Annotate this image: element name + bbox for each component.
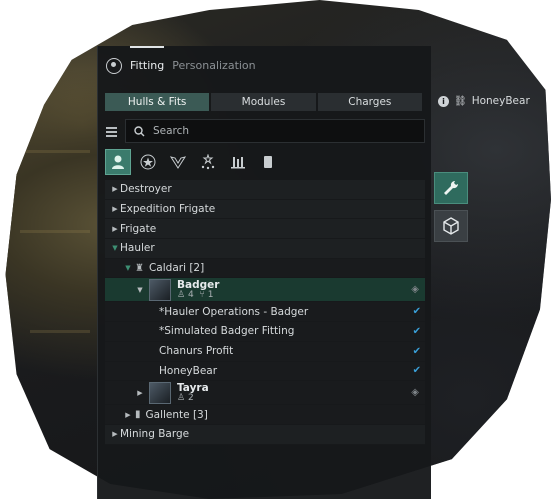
browser-tabs: Hulls & Fits Modules Charges xyxy=(105,93,422,111)
tab-hulls-fits[interactable]: Hulls & Fits xyxy=(105,93,210,111)
chevron-down-icon: ▼ xyxy=(125,264,131,273)
tree-group-destroyer[interactable]: ▶ Destroyer xyxy=(105,180,425,200)
pilot-filter-icon[interactable] xyxy=(105,149,131,175)
tree-ship-tayra[interactable]: ▶ Tayra ♙ 2 ◈ xyxy=(105,381,425,406)
tree-group-mining-barge[interactable]: ▶ Mining Barge xyxy=(105,424,425,445)
fits-icon: ⑂ xyxy=(199,289,205,300)
chevron-down-icon: ▼ xyxy=(137,285,143,294)
tree-faction-label: Gallente [3] xyxy=(145,408,208,421)
fit-label: HoneyBear xyxy=(159,364,218,377)
tree-faction-label: Caldari [2] xyxy=(148,262,205,275)
check-icon: ✔ xyxy=(412,345,421,357)
filter-settings-icon[interactable] xyxy=(105,124,119,138)
faction-icon: ♜ xyxy=(135,262,144,274)
title-bar: Fitting Personalization xyxy=(98,46,431,86)
tree-group-expedition-frigate[interactable]: ▶ Expedition Frigate xyxy=(105,199,425,220)
skill-count: 2 xyxy=(187,392,194,403)
ship-name: Tayra xyxy=(177,381,209,394)
tree-group-label: Expedition Frigate xyxy=(120,203,216,216)
wings-filter-icon[interactable] xyxy=(165,149,191,175)
tree-group-label: Hauler xyxy=(120,242,155,255)
check-icon: ✔ xyxy=(412,325,421,337)
fit-label: *Simulated Badger Fitting xyxy=(159,325,295,338)
chevron-right-icon: ▶ xyxy=(112,224,118,233)
fitting-window: Fitting Personalization Hulls & Fits Mod… xyxy=(97,46,431,499)
check-icon: ✔ xyxy=(412,306,421,318)
info-icon[interactable]: i xyxy=(438,95,449,107)
tab-charges[interactable]: Charges xyxy=(317,93,422,111)
wrench-icon xyxy=(444,180,459,195)
fit-count: 1 xyxy=(207,289,214,300)
ship-name: Badger xyxy=(177,278,220,291)
fitting-tool-button[interactable] xyxy=(434,172,468,204)
tree-ship-badger[interactable]: ▼ Badger ♙ 4 ⑂ 1 ◈ xyxy=(105,278,425,303)
ship-counts: ♙ 4 ⑂ 1 xyxy=(177,290,219,300)
chevron-right-icon: ▶ xyxy=(112,430,118,439)
tree-faction-gallente[interactable]: ▶ ▮ Gallente [3] xyxy=(105,405,425,425)
star-filter-icon[interactable] xyxy=(135,149,161,175)
skill-icon: ♙ xyxy=(177,392,186,403)
tree-group-label: Frigate xyxy=(120,222,157,235)
tab-fitting[interactable]: Fitting xyxy=(130,46,165,86)
fit-label: Chanurs Profit xyxy=(159,345,234,358)
search-row xyxy=(105,119,425,143)
fit-item[interactable]: *Simulated Badger Fitting ✔ xyxy=(105,322,425,342)
fit-item[interactable]: HoneyBear ✔ xyxy=(105,361,425,382)
ship-meta: Tayra ♙ 2 xyxy=(177,381,209,403)
tab-personalization[interactable]: Personalization xyxy=(172,46,255,86)
ship-info-icon[interactable]: ◈ xyxy=(411,387,419,398)
filter-icon-bar xyxy=(105,149,281,175)
link-icon[interactable]: ⛓ xyxy=(454,96,467,107)
cargo-button[interactable] xyxy=(434,210,468,242)
chevron-right-icon: ▶ xyxy=(112,185,118,194)
skill-filter-icon[interactable] xyxy=(225,149,251,175)
ship-counts: ♙ 2 xyxy=(177,393,209,403)
fitting-window-icon xyxy=(106,58,122,74)
ship-thumbnail-badger xyxy=(149,278,171,301)
tree-group-label: Mining Barge xyxy=(120,428,190,441)
tab-modules[interactable]: Modules xyxy=(211,93,316,111)
fit-title-label: HoneyBear xyxy=(471,95,530,107)
tree-group-label: Destroyer xyxy=(120,183,172,196)
tree-faction-caldari[interactable]: ▼ ♜ Caldari [2] xyxy=(105,258,425,279)
card-filter-icon[interactable] xyxy=(255,149,281,175)
skill-icon: ♙ xyxy=(177,289,186,300)
search-box xyxy=(125,119,425,143)
search-input[interactable] xyxy=(153,125,383,137)
chevron-right-icon: ▶ xyxy=(137,388,143,397)
skill-count: 4 xyxy=(187,289,194,300)
stars-filter-icon[interactable] xyxy=(195,149,221,175)
chevron-right-icon: ▶ xyxy=(112,205,118,214)
fit-title: i ⛓ HoneyBear xyxy=(438,95,530,107)
tree-group-frigate[interactable]: ▶ Frigate xyxy=(105,219,425,240)
faction-icon: ▮ xyxy=(135,409,141,421)
fit-label: *Hauler Operations - Badger xyxy=(159,305,309,318)
chevron-right-icon: ▶ xyxy=(125,410,131,419)
chevron-down-icon: ▼ xyxy=(112,244,118,253)
fit-item[interactable]: *Hauler Operations - Badger ✔ xyxy=(105,302,425,323)
hull-tree: ▶ Destroyer ▶ Expedition Frigate ▶ Friga… xyxy=(105,180,425,445)
search-icon xyxy=(134,125,145,136)
tree-group-hauler[interactable]: ▼ Hauler xyxy=(105,239,425,259)
cube-icon xyxy=(443,217,459,235)
fit-item[interactable]: Chanurs Profit ✔ xyxy=(105,341,425,362)
ship-info-icon[interactable]: ◈ xyxy=(411,284,419,295)
check-icon: ✔ xyxy=(412,365,421,377)
ship-thumbnail-tayra xyxy=(149,381,171,404)
ship-meta: Badger ♙ 4 ⑂ 1 xyxy=(177,280,219,300)
